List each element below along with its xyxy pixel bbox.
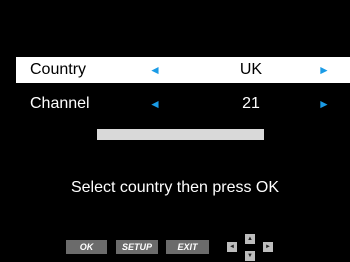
channel-label: Channel: [30, 95, 90, 112]
channel-left-arrow-icon[interactable]: ◄: [149, 91, 161, 117]
ok-button[interactable]: OK: [66, 240, 107, 254]
progress-bar: [97, 129, 264, 140]
channel-value: 21: [242, 95, 260, 112]
tv-setup-screen: Country ◄ UK ► Channel ◄ 21 ► Select cou…: [0, 0, 350, 262]
country-label: Country: [30, 61, 87, 78]
country-right-arrow-icon[interactable]: ►: [318, 57, 330, 83]
dpad-left-icon[interactable]: ◄: [227, 242, 237, 252]
channel-row[interactable]: Channel ◄ 21 ►: [16, 91, 350, 117]
progress-fill: [97, 129, 264, 140]
exit-button[interactable]: EXIT: [166, 240, 209, 254]
dpad-right-icon[interactable]: ►: [263, 242, 273, 252]
setup-button[interactable]: SETUP: [116, 240, 158, 254]
dpad-up-icon[interactable]: ▲: [245, 234, 255, 244]
instruction-text: Select country then press OK: [70, 179, 280, 196]
country-row[interactable]: Country ◄ UK ►: [16, 57, 350, 83]
channel-right-arrow-icon[interactable]: ►: [318, 91, 330, 117]
country-left-arrow-icon[interactable]: ◄: [149, 57, 161, 83]
dpad-down-icon[interactable]: ▼: [245, 251, 255, 261]
country-value: UK: [239, 61, 263, 78]
